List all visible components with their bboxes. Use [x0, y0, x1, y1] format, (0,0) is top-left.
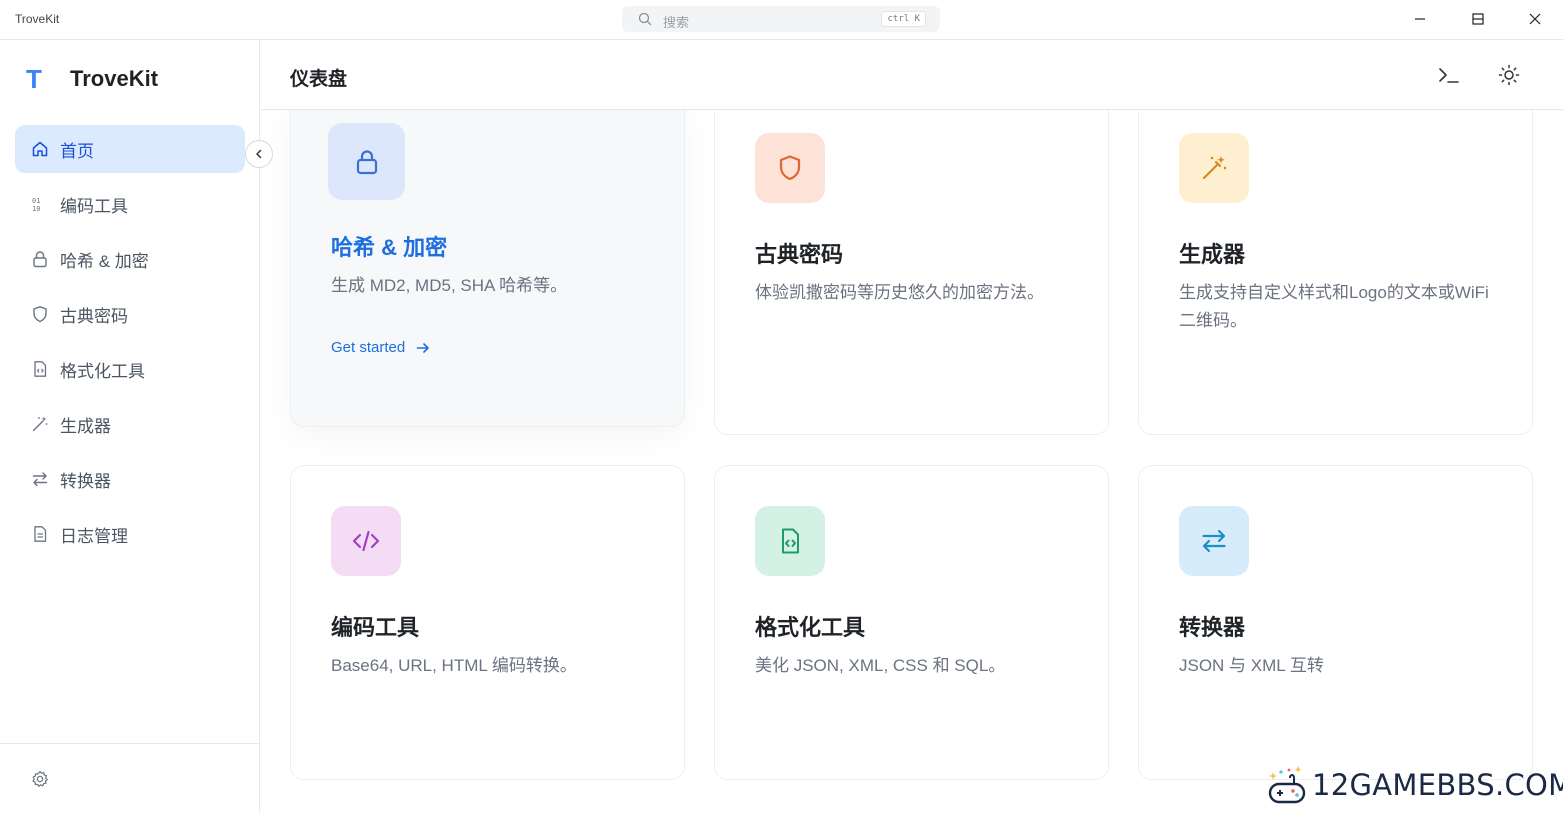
close-icon — [1529, 13, 1541, 25]
sidebar-nav: 首页 01 10 编码工具 哈希 & 加密 古典密码 格式化工具 生成器 转换器… — [15, 125, 245, 565]
maximize-icon — [1472, 13, 1484, 25]
sidebar-item-label: 格式化工具 — [60, 361, 145, 381]
gear-icon — [32, 770, 48, 787]
svg-text:10: 10 — [32, 205, 40, 213]
file-code-icon — [31, 360, 49, 378]
card-icon-tile — [755, 506, 825, 576]
terminal-icon — [1439, 68, 1459, 83]
card-icon-tile — [1179, 506, 1249, 576]
code-icon — [352, 530, 380, 552]
shield-icon — [31, 305, 49, 323]
card-description: 体验凯撒密码等历史悠久的加密方法。 — [755, 283, 1044, 302]
card-title: 编码工具 — [331, 615, 420, 640]
sidebar-item-label: 编码工具 — [60, 196, 128, 216]
card-description: JSON 与 XML 互转 — [1179, 656, 1324, 675]
card-title: 古典密码 — [755, 242, 844, 267]
sidebar-item-label: 转换器 — [60, 471, 111, 491]
get-started-link[interactable]: Get started — [331, 339, 431, 356]
sidebar-item-formatter[interactable]: 格式化工具 — [15, 345, 245, 393]
arrow-right-icon — [416, 342, 430, 353]
terminal-button[interactable] — [1436, 62, 1462, 88]
sidebar: T TroveKit 首页 01 10 编码工具 哈希 & 加密 古典密码 格式… — [0, 40, 260, 813]
magic-wand-icon — [1202, 156, 1227, 180]
chevron-left-icon — [256, 149, 262, 159]
sidebar-item-label: 古典密码 — [60, 306, 128, 326]
sidebar-divider — [0, 743, 259, 744]
gamepad-logo-icon — [1268, 766, 1306, 804]
arrows-exchange-icon — [31, 470, 49, 488]
card-description: Base64, URL, HTML 编码转换。 — [331, 656, 577, 675]
minimize-btn[interactable] — [1397, 0, 1443, 38]
magic-wand-icon — [31, 415, 49, 433]
home-icon — [31, 140, 49, 158]
sidebar-item-label: 首页 — [60, 141, 94, 161]
document-icon — [31, 525, 49, 543]
get-started-label: Get started — [331, 339, 406, 356]
sidebar-item-label: 哈希 & 加密 — [60, 251, 149, 271]
sidebar-item-home[interactable]: 首页 — [15, 125, 245, 173]
card-description: 生成 MD2, MD5, SHA 哈希等。 — [331, 276, 568, 295]
svg-text:01: 01 — [32, 197, 40, 205]
minimize-line-icon — [1415, 18, 1425, 20]
watermark-text: 12GAMEBBS.COM — [1312, 768, 1563, 802]
arrows-exchange-icon — [1202, 529, 1226, 553]
file-code-icon — [782, 528, 799, 554]
card-icon-tile — [331, 506, 401, 576]
brand-logo: T — [26, 63, 42, 94]
card-description: 美化 JSON, XML, CSS 和 SQL。 — [755, 656, 1006, 675]
lock-icon — [31, 250, 49, 268]
sidebar-item-converter[interactable]: 转换器 — [15, 455, 245, 503]
window-title: TroveKit — [15, 12, 60, 26]
card-title: 生成器 — [1179, 242, 1246, 267]
title-bar: TroveKit 搜索 ctrl K — [0, 0, 1563, 40]
search-placeholder: 搜索 — [663, 15, 690, 30]
maximize-button[interactable] — [1455, 0, 1501, 38]
settings-button[interactable] — [30, 769, 50, 789]
search-shortcut-hint: ctrl K — [881, 11, 926, 27]
sidebar-item-label: 日志管理 — [60, 526, 128, 546]
watermark: 12GAMEBBS.COM — [1268, 764, 1563, 806]
sidebar-item-logs[interactable]: 日志管理 — [15, 510, 245, 558]
collapse-sidebar-button[interactable] — [245, 140, 273, 168]
sidebar-item-label: 生成器 — [60, 416, 111, 436]
theme-toggle-button[interactable] — [1496, 62, 1522, 88]
card-title: 哈希 & 加密 — [331, 235, 448, 260]
lock-icon — [356, 149, 377, 174]
card-classic-cipher[interactable]: 古典密码 体验凯撒密码等历史悠久的加密方法。 — [714, 88, 1109, 435]
page-title: 仪表盘 — [290, 69, 348, 90]
binary-icon: 01 10 — [31, 195, 49, 213]
main-header: 仪表盘 — [261, 40, 1563, 110]
sidebar-item-generator[interactable]: 生成器 — [15, 400, 245, 448]
card-formatter[interactable]: 格式化工具 美化 JSON, XML, CSS 和 SQL。 — [714, 465, 1109, 780]
brand[interactable]: T TroveKit — [26, 64, 158, 94]
card-title: 转换器 — [1179, 615, 1246, 640]
card-converter[interactable]: 转换器 JSON 与 XML 互转 — [1138, 465, 1533, 780]
search-box[interactable]: 搜索 ctrl K — [622, 6, 940, 32]
shield-icon — [779, 155, 801, 181]
sidebar-item-classic-cipher[interactable]: 古典密码 — [15, 290, 245, 338]
card-icon-tile — [755, 133, 825, 203]
card-icon-tile — [328, 123, 405, 200]
card-description: 生成支持自定义样式和Logo的文本或WiFi二维码。 — [1179, 283, 1489, 330]
sidebar-item-encoding[interactable]: 01 10 编码工具 — [15, 180, 245, 228]
sun-icon — [1498, 64, 1520, 86]
card-generator[interactable]: 生成器 生成支持自定义样式和Logo的文本或WiFi二维码。 — [1138, 88, 1533, 435]
brand-name: TroveKit — [70, 66, 159, 91]
card-hash-encryption[interactable]: 哈希 & 加密 生成 MD2, MD5, SHA 哈希等。 Get starte… — [290, 88, 685, 427]
search-icon — [638, 12, 652, 31]
card-encoding-tools[interactable]: 编码工具 Base64, URL, HTML 编码转换。 — [290, 465, 685, 780]
close-button[interactable] — [1512, 0, 1558, 38]
card-icon-tile — [1179, 133, 1249, 203]
card-title: 格式化工具 — [755, 615, 866, 640]
sidebar-item-hash[interactable]: 哈希 & 加密 — [15, 235, 245, 283]
